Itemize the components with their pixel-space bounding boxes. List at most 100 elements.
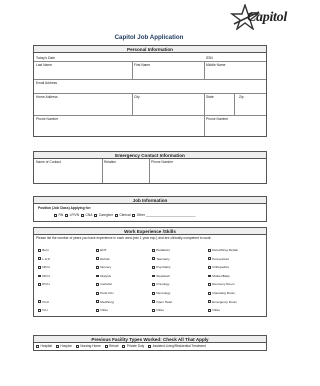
checkbox[interactable]: [152, 291, 155, 295]
checkbox[interactable]: [152, 248, 155, 252]
phone-field[interactable]: Phone Number: [36, 117, 58, 121]
checkbox[interactable]: [208, 308, 211, 312]
skill-item[interactable]: Recovery Room: [208, 282, 234, 286]
todays-date-field[interactable]: Today's Date: [36, 56, 55, 60]
checkbox[interactable]: [208, 274, 211, 278]
facility-option[interactable]: Hospice: [55, 344, 72, 348]
checkbox[interactable]: [80, 213, 84, 217]
checkbox[interactable]: [208, 291, 211, 295]
checkbox[interactable]: [152, 308, 155, 312]
checkbox[interactable]: [65, 213, 69, 217]
facility-option[interactable]: Nursing Home: [75, 344, 101, 348]
checkbox[interactable]: [132, 213, 136, 217]
skill-item[interactable]: Emergency Room: [208, 300, 237, 304]
skill-item[interactable]: Geriatric: [96, 282, 112, 286]
checkbox[interactable]: [152, 265, 155, 269]
checkbox[interactable]: [148, 344, 152, 348]
skill-item[interactable]: L & D: [38, 257, 50, 261]
skill-item[interactable]: Post-partum: [208, 257, 229, 261]
checkbox[interactable]: [55, 344, 59, 348]
phone-field-2[interactable]: Phone Number: [206, 117, 228, 121]
city-field[interactable]: City: [134, 95, 140, 99]
facility-option[interactable]: Hospital: [36, 344, 52, 348]
facility-option[interactable]: Private Duty: [122, 344, 144, 348]
checkbox[interactable]: [208, 248, 211, 252]
facility-option[interactable]: Rehab: [104, 344, 119, 348]
checkbox[interactable]: [96, 308, 99, 312]
home-address-field[interactable]: Home Address: [36, 95, 58, 99]
skill-item[interactable]: Peds ICU: [96, 291, 114, 295]
checkbox[interactable]: [208, 257, 211, 261]
checkbox[interactable]: [96, 265, 99, 269]
checkbox[interactable]: [38, 265, 41, 269]
checkbox[interactable]: [152, 274, 155, 278]
option-other[interactable]: Other ___________________________: [132, 213, 195, 217]
checkbox[interactable]: [114, 213, 118, 217]
skill-item[interactable]: NICU: [38, 274, 50, 278]
skill-item[interactable]: ENT: [96, 248, 106, 252]
skill-item[interactable]: Med/Surg: [96, 300, 114, 304]
first-name-field[interactable]: First Name: [134, 63, 150, 67]
checkbox[interactable]: [38, 283, 41, 286]
skill-item[interactable]: CCU: [38, 300, 49, 304]
checkbox[interactable]: [38, 257, 41, 261]
checkbox[interactable]: [96, 300, 99, 304]
skill-item[interactable]: Open Heart: [152, 300, 172, 304]
checkbox[interactable]: [75, 344, 79, 348]
skill-item[interactable]: Stepdown: [152, 274, 170, 278]
checkbox[interactable]: [208, 265, 211, 269]
skill-item[interactable]: Psychiatry: [152, 265, 171, 269]
email-field[interactable]: Email Address: [36, 81, 57, 85]
checkbox[interactable]: [152, 257, 155, 261]
checkbox[interactable]: [122, 344, 126, 348]
contact-name-field[interactable]: Name of Contact: [36, 160, 61, 164]
ssn-field[interactable]: SSN: [206, 56, 213, 60]
skill-item[interactable]: Orthopedics: [208, 265, 229, 269]
option-caregiver[interactable]: Caregiver: [94, 213, 113, 217]
checkbox[interactable]: [36, 344, 39, 348]
skill-item[interactable]: Oncology: [152, 282, 169, 286]
skill-item[interactable]: Other: [96, 308, 108, 312]
option-rn[interactable]: RN: [54, 213, 63, 217]
skill-item[interactable]: Dialysis: [96, 274, 111, 278]
checkbox[interactable]: [152, 300, 155, 304]
checkbox[interactable]: [208, 300, 211, 304]
option-lpvn[interactable]: LP/VN: [65, 213, 79, 217]
skill-item[interactable]: Detox/Drug Rehab: [208, 248, 238, 252]
checkbox[interactable]: [96, 248, 99, 252]
skill-item[interactable]: Telemetry: [152, 257, 170, 261]
checkbox[interactable]: [54, 213, 57, 217]
skill-item[interactable]: NICU: [38, 265, 50, 269]
option-clerical[interactable]: Clerical: [114, 213, 130, 217]
checkbox[interactable]: [152, 283, 155, 286]
checkbox[interactable]: [38, 308, 41, 312]
option-cna[interactable]: CNA: [80, 213, 92, 217]
checkbox[interactable]: [38, 248, 41, 252]
checkbox[interactable]: [208, 283, 211, 286]
checkbox[interactable]: [94, 213, 98, 217]
emergency-phone-field[interactable]: Phone Number: [151, 160, 173, 164]
skill-item[interactable]: PICU: [38, 282, 50, 286]
checkbox[interactable]: [96, 274, 99, 278]
checkbox[interactable]: [96, 257, 99, 261]
skill-item[interactable]: Rehab: [96, 257, 109, 261]
skill-item[interactable]: Burn: [38, 248, 49, 252]
skill-item[interactable]: Other: [208, 308, 220, 312]
middle-name-field[interactable]: Middle Name: [206, 63, 225, 67]
skill-item[interactable]: Operating Room: [208, 291, 235, 295]
relation-field[interactable]: Relation: [104, 160, 116, 164]
checkbox[interactable]: [96, 291, 99, 295]
skill-item[interactable]: Nursery: [96, 265, 111, 269]
skill-item[interactable]: Pediatrics: [152, 248, 170, 252]
zip-field[interactable]: Zip: [239, 95, 244, 99]
facility-option[interactable]: Assisted Living/Residential Treatment: [148, 344, 206, 348]
checkbox[interactable]: [38, 300, 41, 304]
state-field[interactable]: State: [206, 95, 214, 99]
skill-item[interactable]: Mother/Baby: [208, 274, 230, 278]
checkbox[interactable]: [96, 283, 99, 286]
checkbox[interactable]: [104, 344, 108, 348]
checkbox[interactable]: [38, 274, 41, 278]
skill-item[interactable]: Other: [152, 308, 164, 312]
last-name-field[interactable]: Last Name: [36, 63, 52, 67]
skill-item[interactable]: Neurology: [152, 291, 170, 295]
